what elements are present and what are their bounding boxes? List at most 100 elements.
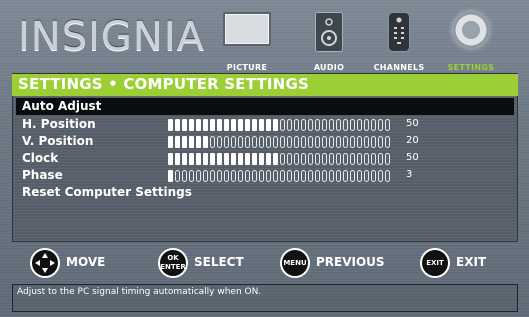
brand-logo: INSIGNIA xyxy=(18,14,205,60)
slider-segment-empty xyxy=(280,152,285,165)
slider-segment-empty xyxy=(238,135,243,148)
slider-segment-empty xyxy=(329,169,334,182)
tab-audio-label: AUDIO xyxy=(313,63,345,72)
menu-key-icon: MENU xyxy=(280,248,310,278)
menu-item-clock[interactable]: Clock 50 xyxy=(16,150,514,167)
tab-channels-label: CHANNELS xyxy=(373,63,425,72)
slider-segment-empty xyxy=(350,152,355,165)
enter-key-text: ENTER xyxy=(160,263,186,271)
slider-segment-filled xyxy=(231,152,236,165)
slider-segment-empty xyxy=(378,135,383,148)
slider-segment-filled xyxy=(175,152,180,165)
clock-value: 50 xyxy=(406,152,419,163)
slider-segment-empty xyxy=(245,135,250,148)
v-position-slider[interactable] xyxy=(168,135,398,148)
slider-segment-empty xyxy=(301,169,306,182)
slider-segment-filled xyxy=(196,135,201,148)
slider-segment-empty xyxy=(343,118,348,131)
slider-segment-empty xyxy=(357,118,362,131)
slider-segment-empty xyxy=(308,135,313,148)
slider-segment-empty xyxy=(322,169,327,182)
slider-segment-filled xyxy=(210,118,215,131)
slider-segment-empty xyxy=(336,118,341,131)
slider-segment-empty xyxy=(224,169,229,182)
slider-segment-empty xyxy=(329,118,334,131)
slider-segment-empty xyxy=(252,135,257,148)
slider-segment-filled xyxy=(168,118,173,131)
clock-slider[interactable] xyxy=(168,152,398,165)
slider-segment-filled xyxy=(182,118,187,131)
slider-segment-empty xyxy=(343,135,348,148)
slider-segment-filled xyxy=(196,118,201,131)
slider-segment-filled xyxy=(196,152,201,165)
slider-segment-empty xyxy=(378,118,383,131)
slider-segment-filled xyxy=(238,118,243,131)
slider-segment-filled xyxy=(168,169,173,182)
slider-segment-empty xyxy=(189,169,194,182)
slider-segment-filled xyxy=(252,118,257,131)
menu-item-phase[interactable]: Phase 3 xyxy=(16,167,514,184)
header: INSIGNIA PICTURE AUDIO CHANNELS SETTINGS xyxy=(0,0,529,72)
slider-segment-empty xyxy=(350,118,355,131)
ok-enter-key-icon: OK ENTER xyxy=(158,248,188,278)
previous-label: PREVIOUS xyxy=(316,255,385,269)
slider-segment-empty xyxy=(294,118,299,131)
slider-segment-filled xyxy=(245,118,250,131)
slider-segment-empty xyxy=(280,169,285,182)
menu-title: SETTINGS • COMPUTER SETTINGS xyxy=(18,75,309,93)
slider-segment-empty xyxy=(322,135,327,148)
slider-segment-empty xyxy=(287,118,292,131)
slider-segment-filled xyxy=(203,135,208,148)
slider-segment-empty xyxy=(280,135,285,148)
slider-segment-filled xyxy=(217,152,222,165)
slider-segment-filled xyxy=(273,152,278,165)
slider-segment-empty xyxy=(336,152,341,165)
slider-segment-empty xyxy=(385,118,390,131)
slider-segment-filled xyxy=(189,135,194,148)
slider-segment-empty xyxy=(357,152,362,165)
menu-item-h-position[interactable]: H. Position 50 xyxy=(16,116,514,133)
slider-segment-filled xyxy=(168,135,173,148)
menu-item-v-position[interactable]: V. Position 20 xyxy=(16,133,514,150)
tab-channels[interactable]: CHANNELS xyxy=(364,8,434,72)
speaker-icon xyxy=(315,12,343,52)
slider-segment-empty xyxy=(301,152,306,165)
tab-settings[interactable]: SETTINGS xyxy=(440,8,502,72)
slider-segment-empty xyxy=(273,135,278,148)
menu-item-label: V. Position xyxy=(22,134,94,148)
phase-slider[interactable] xyxy=(168,169,398,182)
slider-segment-empty xyxy=(385,152,390,165)
help-text: Adjust to the PC signal timing automatic… xyxy=(17,287,262,297)
slider-segment-filled xyxy=(175,135,180,148)
slider-segment-empty xyxy=(364,169,369,182)
slider-segment-empty xyxy=(364,152,369,165)
menu-item-auto-adjust[interactable]: Auto Adjust xyxy=(16,98,514,115)
tab-picture[interactable]: PICTURE xyxy=(214,8,280,72)
slider-segment-filled xyxy=(259,118,264,131)
menu-item-label: H. Position xyxy=(22,117,96,131)
slider-segment-empty xyxy=(364,118,369,131)
menu-item-label: Reset Computer Settings xyxy=(22,185,192,199)
slider-segment-empty xyxy=(259,135,264,148)
slider-segment-empty xyxy=(315,152,320,165)
slider-segment-empty xyxy=(371,118,376,131)
h-position-slider[interactable] xyxy=(168,118,398,131)
slider-segment-filled xyxy=(273,118,278,131)
exit-key-icon: EXIT xyxy=(420,248,450,278)
slider-segment-empty xyxy=(322,152,327,165)
tab-audio[interactable]: AUDIO xyxy=(300,8,358,72)
h-position-value: 50 xyxy=(406,118,419,129)
menu-item-reset-computer-settings[interactable]: Reset Computer Settings xyxy=(16,184,514,201)
slider-segment-empty xyxy=(385,169,390,182)
slider-segment-empty xyxy=(210,135,215,148)
menu-key-text: MENU xyxy=(283,258,307,267)
slider-segment-empty xyxy=(266,135,271,148)
slider-segment-empty xyxy=(350,169,355,182)
dpad-icon xyxy=(30,248,60,278)
exit-key-text: EXIT xyxy=(426,258,444,267)
menu-item-label: Phase xyxy=(22,168,63,182)
tab-picture-label: PICTURE xyxy=(226,63,268,72)
slider-segment-empty xyxy=(378,169,383,182)
slider-segment-empty xyxy=(287,169,292,182)
slider-segment-empty xyxy=(308,118,313,131)
